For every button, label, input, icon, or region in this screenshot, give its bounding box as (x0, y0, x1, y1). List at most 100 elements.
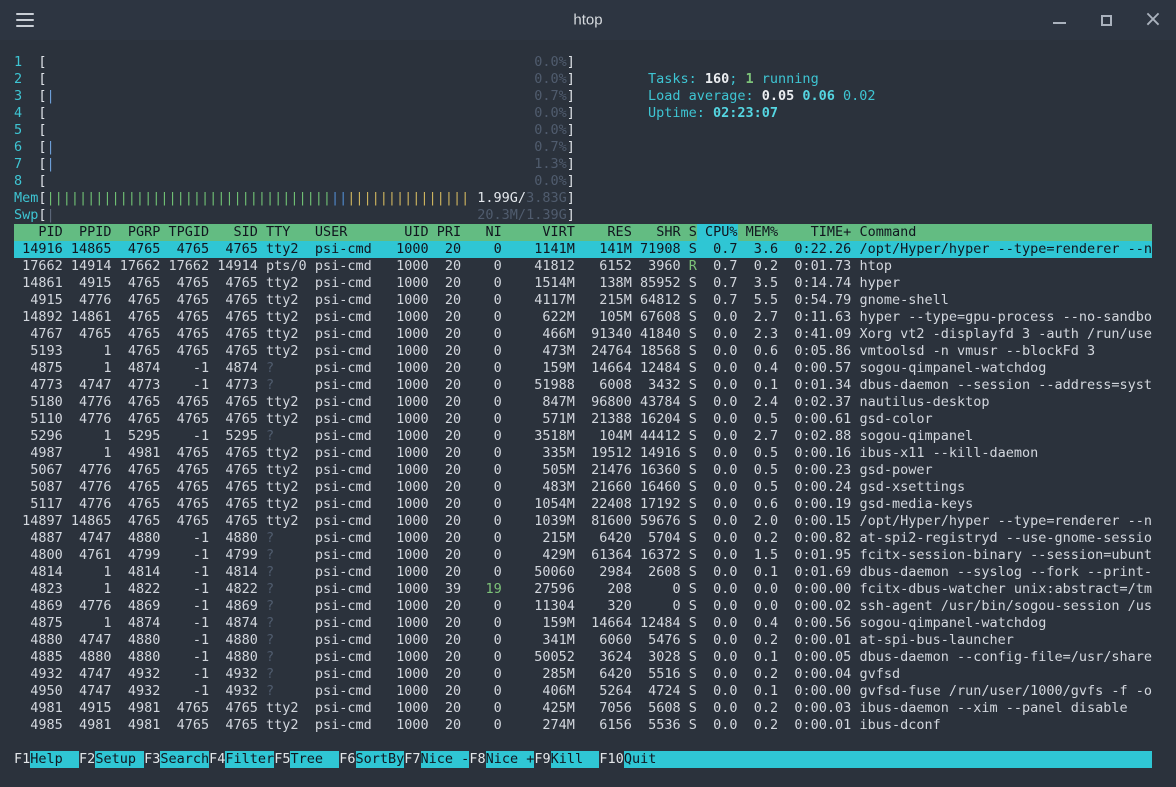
titlebar: htop × (0, 0, 1176, 40)
process-row[interactable]: 14861 4915 4765 4765 4765 tty2 psi-cmd 1… (14, 275, 1152, 292)
fnkey-F1[interactable]: F1 (14, 751, 30, 768)
cell-user: psi-cmd (315, 360, 388, 377)
process-row[interactable]: 14916 14865 4765 4765 4765 tty2 psi-cmd … (14, 241, 1152, 258)
cell-uid: 1000 (388, 394, 429, 411)
process-row[interactable]: 5296 1 5295 -1 5295 ? psi-cmd 1000 20 0 … (14, 428, 1152, 445)
cell-res: 96800 (575, 394, 632, 411)
cell-pri: 20 (429, 700, 462, 717)
process-row[interactable]: 5117 4776 4765 4765 4765 tty2 psi-cmd 10… (14, 496, 1152, 513)
column-header-mem[interactable]: MEM% (738, 224, 779, 241)
hamburger-menu-icon[interactable] (16, 13, 34, 27)
column-header-user[interactable]: USER (315, 224, 388, 241)
fnkey-F9[interactable]: F9 (534, 751, 550, 768)
cell-mem: 3.6 (738, 241, 779, 258)
column-header-s[interactable]: S (681, 224, 697, 241)
process-row[interactable]: 4875 1 4874 -1 4874 ? psi-cmd 1000 20 0 … (14, 615, 1152, 632)
process-row[interactable]: 4767 4765 4765 4765 4765 tty2 psi-cmd 10… (14, 326, 1152, 343)
process-row[interactable]: 4875 1 4874 -1 4874 ? psi-cmd 1000 20 0 … (14, 360, 1152, 377)
cell-sid: 4822 (209, 581, 258, 598)
process-row[interactable]: 5110 4776 4765 4765 4765 tty2 psi-cmd 10… (14, 411, 1152, 428)
fnlabel-F9[interactable]: Kill (551, 751, 600, 768)
cell-tpgid: 4765 (160, 496, 209, 513)
process-row[interactable]: 4987 1 4981 4765 4765 tty2 psi-cmd 1000 … (14, 445, 1152, 462)
cell-res: 14664 (575, 360, 632, 377)
process-row[interactable]: 4814 1 4814 -1 4814 ? psi-cmd 1000 20 0 … (14, 564, 1152, 581)
cell-cpu: 0.0 (697, 496, 738, 513)
process-row[interactable]: 4915 4776 4765 4765 4765 tty2 psi-cmd 10… (14, 292, 1152, 309)
cell-pri: 20 (429, 530, 462, 547)
close-button[interactable]: × (1146, 12, 1160, 28)
fnlabel-F7[interactable]: Nice - (421, 751, 470, 768)
process-row[interactable]: 4932 4747 4932 -1 4932 ? psi-cmd 1000 20… (14, 666, 1152, 683)
fnkey-F2[interactable]: F2 (79, 751, 95, 768)
process-row[interactable]: 17662 14914 17662 17662 14914 pts/0 psi-… (14, 258, 1152, 275)
process-row[interactable]: 4950 4747 4932 -1 4932 ? psi-cmd 1000 20… (14, 683, 1152, 700)
column-header-cpu[interactable]: CPU% (697, 224, 738, 241)
fnlabel-F5[interactable]: Tree (290, 751, 339, 768)
cell-cmd: gsd-xsettings (851, 479, 965, 496)
column-header-ppid[interactable]: PPID (63, 224, 112, 241)
minimize-button[interactable] (1052, 12, 1066, 28)
fnkey-F3[interactable]: F3 (144, 751, 160, 768)
fnkey-F8[interactable]: F8 (469, 751, 485, 768)
process-row[interactable]: 4887 4747 4880 -1 4880 ? psi-cmd 1000 20… (14, 530, 1152, 547)
process-row[interactable]: 5193 1 4765 4765 4765 tty2 psi-cmd 1000 … (14, 343, 1152, 360)
cell-cmd: at-spi-bus-launcher (851, 632, 1014, 649)
cell-pri: 20 (429, 326, 462, 343)
process-row[interactable]: 4869 4776 4869 -1 4869 ? psi-cmd 1000 20… (14, 598, 1152, 615)
process-row[interactable]: 5180 4776 4765 4765 4765 tty2 psi-cmd 10… (14, 394, 1152, 411)
cell-tty: tty2 (258, 326, 315, 343)
column-header-tty[interactable]: TTY (258, 224, 315, 241)
process-row[interactable]: 5087 4776 4765 4765 4765 tty2 psi-cmd 10… (14, 479, 1152, 496)
cell-virt: 622M (502, 309, 575, 326)
cell-uid: 1000 (388, 700, 429, 717)
fnkey-F5[interactable]: F5 (274, 751, 290, 768)
cell-time: 0:01.95 (778, 547, 851, 564)
cell-time: 0:11.63 (778, 309, 851, 326)
fnkey-F10[interactable]: F10 (599, 751, 623, 768)
cell-ni: 0 (461, 275, 502, 292)
process-row[interactable]: 4773 4747 4773 -1 4773 ? psi-cmd 1000 20… (14, 377, 1152, 394)
process-row[interactable]: 5067 4776 4765 4765 4765 tty2 psi-cmd 10… (14, 462, 1152, 479)
fnlabel-F2[interactable]: Setup (95, 751, 144, 768)
column-header-res[interactable]: RES (575, 224, 632, 241)
fnlabel-F4[interactable]: Filter (225, 751, 274, 768)
fnlabel-F1[interactable]: Help (30, 751, 79, 768)
cell-res: 320 (575, 598, 632, 615)
fnlabel-F6[interactable]: SortBy (356, 751, 405, 768)
column-header-ni[interactable]: NI (461, 224, 502, 241)
process-row[interactable]: 4800 4761 4799 -1 4799 ? psi-cmd 1000 20… (14, 547, 1152, 564)
cell-ppid: 14865 (63, 513, 112, 530)
maximize-button[interactable] (1099, 12, 1113, 28)
cell-pgrp: 4765 (112, 275, 161, 292)
column-header-tpgid[interactable]: TPGID (160, 224, 209, 241)
cell-pgrp: 17662 (112, 258, 161, 275)
column-header-cmd[interactable]: Command (851, 224, 916, 241)
process-row[interactable]: 4885 4880 4880 -1 4880 ? psi-cmd 1000 20… (14, 649, 1152, 666)
process-row[interactable]: 14897 14865 4765 4765 4765 tty2 psi-cmd … (14, 513, 1152, 530)
column-header-pri[interactable]: PRI (429, 224, 462, 241)
cell-cpu: 0.7 (697, 258, 738, 275)
fnkey-F7[interactable]: F7 (404, 751, 420, 768)
fnkey-F6[interactable]: F6 (339, 751, 355, 768)
cell-pri: 20 (429, 428, 462, 445)
process-row[interactable]: 4880 4747 4880 -1 4880 ? psi-cmd 1000 20… (14, 632, 1152, 649)
column-header-shr[interactable]: SHR (632, 224, 681, 241)
process-row[interactable]: 14892 14861 4765 4765 4765 tty2 psi-cmd … (14, 309, 1152, 326)
fnlabel-F8[interactable]: Nice + (486, 751, 535, 768)
process-row[interactable]: 4981 4915 4981 4765 4765 tty2 psi-cmd 10… (14, 700, 1152, 717)
column-header-time[interactable]: TIME+ (778, 224, 851, 241)
process-row[interactable]: 4985 4981 4981 4765 4765 tty2 psi-cmd 10… (14, 717, 1152, 734)
cell-sid: 4765 (209, 292, 258, 309)
tasks-separator: ; (729, 71, 737, 87)
column-header-uid[interactable]: UID (388, 224, 429, 241)
column-header-sid[interactable]: SID (209, 224, 258, 241)
process-row[interactable]: 4823 1 4822 -1 4822 ? psi-cmd 1000 39 19… (14, 581, 1152, 598)
cell-user: psi-cmd (315, 394, 388, 411)
column-header-pid[interactable]: PID (14, 224, 63, 241)
fnlabel-F10[interactable]: Quit (624, 751, 1152, 768)
column-header-pgrp[interactable]: PGRP (112, 224, 161, 241)
fnkey-F4[interactable]: F4 (209, 751, 225, 768)
column-header-virt[interactable]: VIRT (502, 224, 575, 241)
fnlabel-F3[interactable]: Search (160, 751, 209, 768)
